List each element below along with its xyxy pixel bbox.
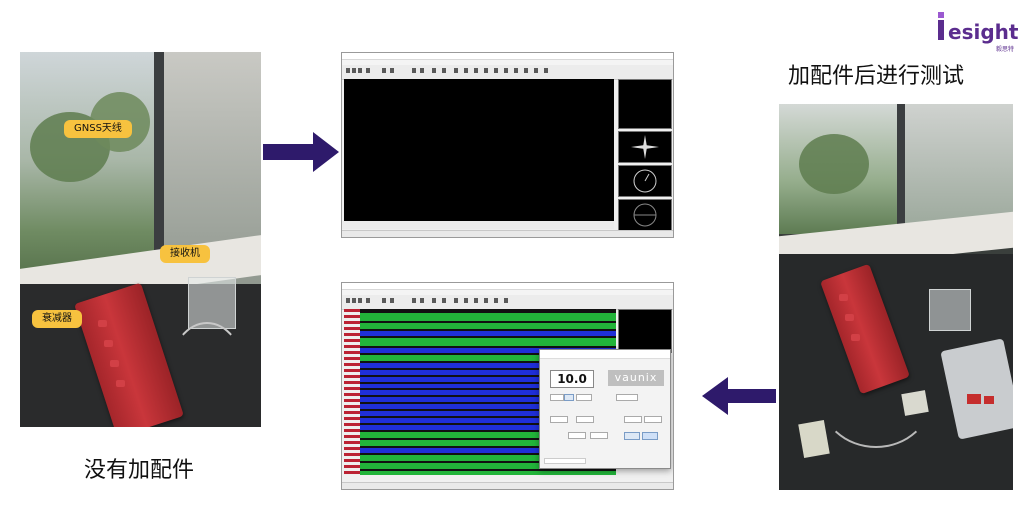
- software-window-before: [341, 52, 674, 238]
- caption-with-accessory-test: 加配件后进行测试: [788, 64, 965, 89]
- label-attenuator: 衰减器: [32, 310, 82, 328]
- attenuation-value[interactable]: 10.0: [550, 370, 594, 388]
- photo-with-accessory: [779, 104, 1013, 490]
- vaunix-brand: vaunix: [608, 370, 664, 386]
- arrow-right-icon: [263, 132, 339, 172]
- caption-without-accessory: 没有加配件: [84, 458, 195, 483]
- label-gnss-antenna: GNSS天线: [64, 120, 132, 138]
- plot-area-black: [344, 79, 614, 221]
- skyplot-panel: [618, 199, 672, 231]
- attenuator-control-dialog: 10.0 vaunix: [539, 349, 671, 469]
- clock-panel: [618, 165, 672, 197]
- compass-panel: [618, 131, 672, 163]
- info-panel: [618, 79, 672, 129]
- logo-text: esight: [948, 20, 1019, 44]
- logo-subtext: 毅思特: [996, 46, 1015, 53]
- arrow-left-icon: [702, 377, 776, 415]
- photo-without-accessory: GNSS天线 接收机 衰减器: [20, 52, 261, 427]
- company-logo: esight 毅思特: [936, 8, 1019, 53]
- info-panel: [618, 309, 672, 353]
- label-receiver: 接收机: [160, 245, 210, 263]
- software-window-after: 10.0 vaunix: [341, 282, 674, 490]
